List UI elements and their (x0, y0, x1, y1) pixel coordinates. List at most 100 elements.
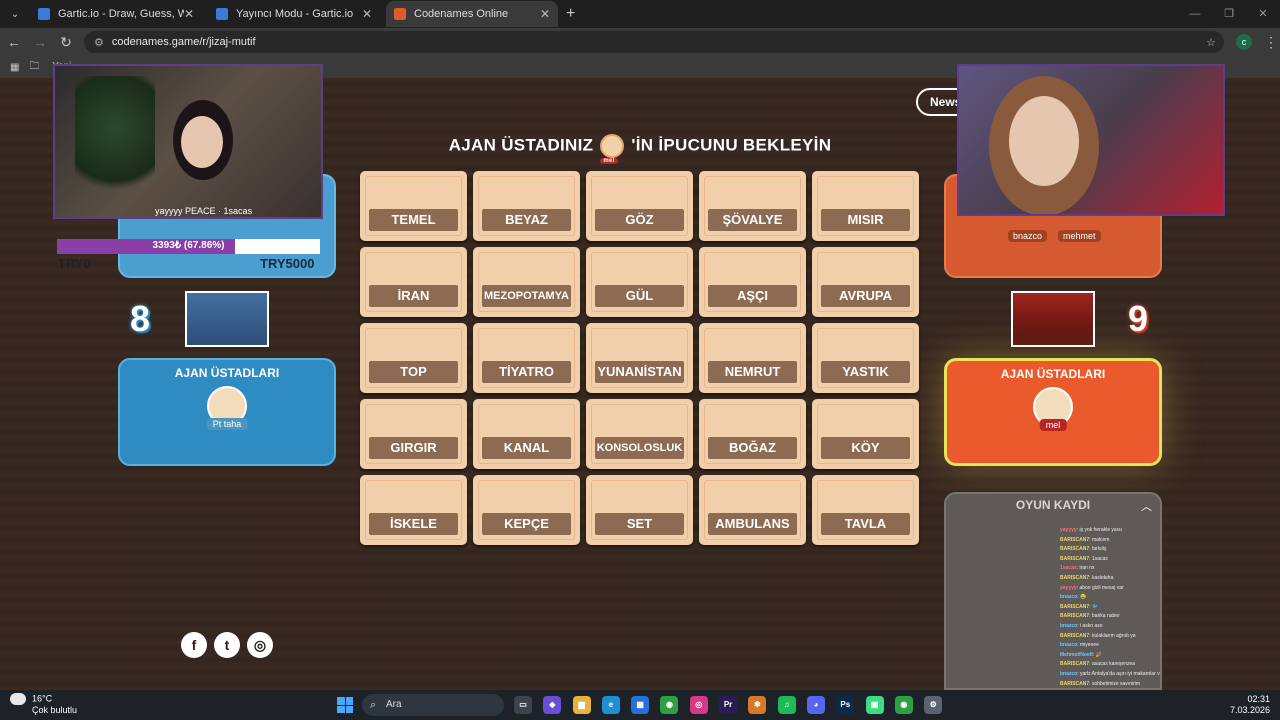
log-author: yayyyy (1060, 584, 1077, 591)
android-icon[interactable]: ▣ (865, 696, 884, 714)
word-card[interactable]: TİYATRO (473, 323, 580, 393)
reload-icon[interactable]: ↻ (54, 34, 78, 51)
word-card[interactable]: TAVLA (812, 475, 919, 545)
blue-team-picture (185, 291, 269, 347)
store-icon[interactable]: ▦ (631, 696, 650, 714)
tab-gartic-streamer[interactable]: Yayıncı Modu - Gartic.io ✕ (208, 1, 380, 27)
discord-icon[interactable]: ◕ (806, 696, 825, 714)
url-text: codenames.game/r/jizaj-mutif (111, 36, 256, 48)
card-word: KONSOLOSLUK (595, 437, 684, 459)
log-lines: yayyyy: iş yok herakle yaısı BARISCAN7: m… (1060, 526, 1160, 688)
weather-temp: 16°C (32, 693, 53, 704)
log-author: BARISCAN7 (1060, 680, 1090, 687)
word-card[interactable]: KEPÇE (473, 475, 580, 545)
word-card[interactable]: MISIR (812, 171, 919, 241)
word-card[interactable]: TEMEL (360, 171, 467, 241)
card-word: TAVLA (821, 513, 910, 535)
word-card[interactable]: TOP (360, 323, 467, 393)
log-entry: BARISCAN7: kulaklarım ağrıdı ya (1060, 632, 1160, 642)
word-card[interactable]: GÜL (586, 247, 693, 317)
browser-tab-strip: ⌄ Gartic.io - Draw, Guess, WIN ✕ Yayıncı… (0, 0, 1280, 28)
word-card[interactable]: İRAN (360, 247, 467, 317)
instagram-icon[interactable]: ◎ (689, 696, 708, 714)
start-button[interactable] (337, 697, 353, 713)
tab-search-chevron-icon[interactable]: ⌄ (6, 5, 24, 23)
twitter-icon[interactable]: t (214, 632, 240, 658)
blue-spymaster-panel: AJAN ÜSTADLARI Pt taha (118, 358, 336, 466)
log-entry: BARISCAN7: farkıliş (1060, 545, 1160, 555)
word-card[interactable]: İSKELE (360, 475, 467, 545)
copilot-icon[interactable]: ◆ (543, 696, 562, 714)
red-spymaster-panel: AJAN ÜSTADLARI mel (944, 358, 1162, 466)
card-word: NEMRUT (708, 361, 797, 383)
system-clock[interactable]: 02:31 7.03.2026 (1230, 694, 1270, 716)
tab-codenames[interactable]: Codenames Online ✕ (386, 1, 558, 27)
edge-icon[interactable]: e (601, 696, 620, 714)
log-text: : 🎉 (1092, 651, 1102, 658)
word-card[interactable]: AMBULANS (699, 475, 806, 545)
word-card[interactable]: BOĞAZ (699, 399, 806, 469)
word-card[interactable]: SET (586, 475, 693, 545)
gartic-favicon-icon (38, 8, 50, 20)
close-tab-icon[interactable]: ✕ (540, 7, 550, 21)
close-tab-icon[interactable]: ✕ (184, 7, 194, 21)
back-arrow-icon[interactable]: ← (2, 34, 26, 50)
word-card[interactable]: GÖZ (586, 171, 693, 241)
restore-icon[interactable]: ❐ (1212, 0, 1246, 28)
apps-grid-icon[interactable]: ▦ (10, 62, 19, 73)
weather-widget[interactable]: 16°C Çok bulutlu (10, 693, 77, 716)
word-card[interactable]: KÖY (812, 399, 919, 469)
word-card[interactable]: KONSOLOSLUK (586, 399, 693, 469)
premiere-icon[interactable]: Pr (719, 696, 738, 714)
pinwheel-icon[interactable]: ✱ (748, 696, 767, 714)
url-input[interactable]: ⚙ codenames.game/r/jizaj-mutif ☆ (84, 31, 1224, 53)
codenames-favicon-icon (394, 8, 406, 20)
card-word: MEZOPOTAMYA (482, 285, 571, 307)
word-card[interactable]: ŞÖVALYE (699, 171, 806, 241)
log-entry: Mehmet/Noelf: 🎉 (1060, 651, 1160, 661)
spotify-icon[interactable]: ♫ (777, 696, 796, 714)
log-text: : kaslıdaha (1089, 574, 1114, 581)
close-tab-icon[interactable]: ✕ (362, 7, 372, 21)
word-card[interactable]: BEYAZ (473, 171, 580, 241)
word-card[interactable]: MEZOPOTAMYA (473, 247, 580, 317)
log-text: : aboo gizli mesaj var (1076, 584, 1124, 591)
card-word: YUNANİSTAN (595, 361, 684, 383)
word-card[interactable]: AVRUPA (812, 247, 919, 317)
close-window-icon[interactable]: ✕ (1246, 0, 1280, 28)
taskbar-search[interactable]: ⌕ Ara (362, 694, 504, 716)
windows-taskbar: 16°C Çok bulutlu ⌕ Ara ▭ ◆ ▆ e ▦ ◉ ◎ Pr ✱ ♫ ◕ Ps ▣ ◉ ⚙… (0, 690, 1280, 720)
forward-arrow-icon[interactable]: → (28, 34, 52, 50)
word-card[interactable]: NEMRUT (699, 323, 806, 393)
log-entry: BARISCAN7: barika naber (1060, 612, 1160, 622)
bookmark-star-icon[interactable]: ☆ (1206, 36, 1216, 49)
word-card[interactable]: YASTIK (812, 323, 919, 393)
log-text: : miyeeee (1077, 642, 1099, 649)
profile-avatar[interactable]: c (1236, 34, 1252, 50)
card-word: BOĞAZ (708, 437, 797, 459)
word-card[interactable]: AŞÇI (699, 247, 806, 317)
minimize-icon[interactable]: — (1178, 0, 1212, 28)
log-entry: bnazco: miyeeee (1060, 641, 1160, 651)
word-card[interactable]: YUNANİSTAN (586, 323, 693, 393)
settings-icon[interactable]: ⚙ (924, 696, 943, 714)
file-explorer-icon[interactable]: ▆ (572, 696, 591, 714)
progress-text: 3393₺ (67.86%) (152, 240, 225, 251)
tab-gartic[interactable]: Gartic.io - Draw, Guess, WIN ✕ (30, 1, 202, 27)
more-menu-icon[interactable]: ⋮ (1264, 34, 1278, 51)
photoshop-icon[interactable]: Ps (836, 696, 855, 714)
word-card[interactable]: KANAL (473, 399, 580, 469)
site-info-icon[interactable]: ⚙ (94, 36, 104, 49)
game-log-panel: OYUN KAYDI ︿ yayyyy: iş yok herakle yaıs… (944, 492, 1162, 690)
facebook-icon[interactable]: f (181, 632, 207, 658)
red-score: 9 (1128, 298, 1149, 339)
task-view-icon[interactable]: ▭ (514, 696, 532, 714)
word-card[interactable]: GIRGIR (360, 399, 467, 469)
new-tab-button[interactable]: + (566, 5, 575, 23)
log-text: : 🐦 (1089, 603, 1099, 610)
chrome-icon[interactable]: ◉ (660, 696, 679, 714)
instagram-icon[interactable]: ◎ (247, 632, 273, 658)
operative-name: bnazco (1008, 230, 1048, 242)
collapse-chevron-icon[interactable]: ︿ (1141, 498, 1152, 514)
chrome-profile-icon[interactable]: ◉ (894, 696, 913, 714)
